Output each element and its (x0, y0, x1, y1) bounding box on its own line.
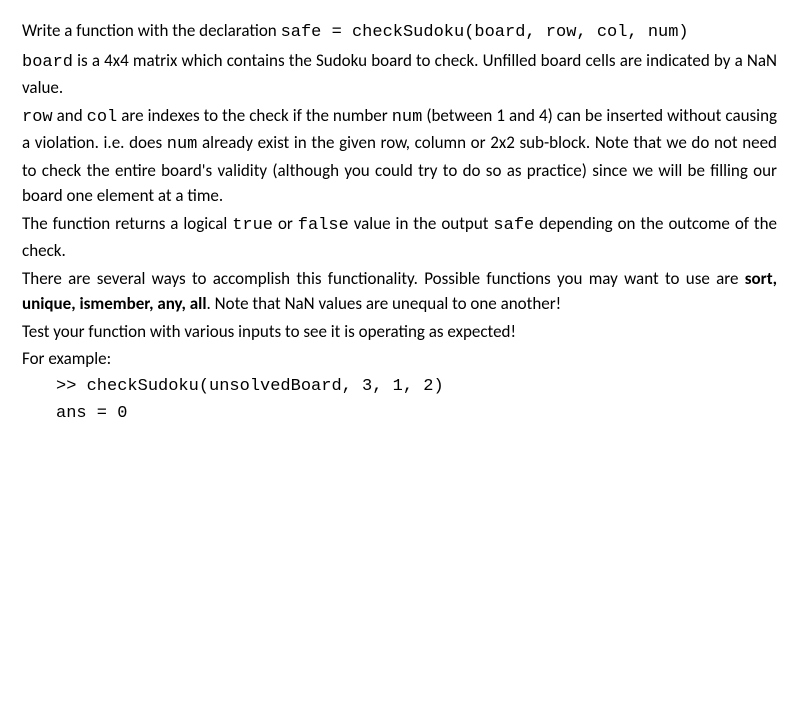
example-output: ans = 0 (56, 401, 777, 427)
code-line: ans = 0 (56, 404, 127, 423)
code-inline: col (87, 108, 118, 127)
paragraph-hints: There are several ways to accomplish thi… (22, 266, 777, 317)
paragraph-example-label: For example: (22, 346, 777, 372)
text: Write a function with the declaration (22, 20, 281, 41)
code-inline: num (392, 108, 423, 127)
text: or (273, 213, 298, 234)
text: value in the output (349, 213, 494, 234)
code-inline: safe (493, 216, 534, 235)
code-inline: board (22, 53, 73, 72)
code-inline: row (22, 108, 53, 127)
text: and (53, 105, 87, 126)
text: are indexes to the check if the number (117, 105, 391, 126)
text: The function returns a logical (22, 213, 232, 234)
code-line: >> checkSudoku(unsolvedBoard, 3, 1, 2) (56, 377, 444, 396)
text: For example: (22, 348, 111, 369)
paragraph-return: The function returns a logical true or f… (22, 211, 777, 264)
paragraph-rowcol: row and col are indexes to the check if … (22, 103, 777, 209)
code-inline: true (232, 216, 273, 235)
paragraph-board: board is a 4x4 matrix which contains the… (22, 48, 777, 101)
code-inline: false (298, 216, 349, 235)
paragraph-declaration: Write a function with the declaration sa… (22, 18, 777, 46)
paragraph-test: Test your function with various inputs t… (22, 319, 777, 345)
example-command: >> checkSudoku(unsolvedBoard, 3, 1, 2) (56, 374, 777, 400)
code-inline: num (167, 135, 198, 154)
text: There are several ways to accomplish thi… (22, 268, 745, 289)
text: is a 4x4 matrix which contains the Sudok… (22, 50, 777, 99)
text: . Note that NaN values are unequal to on… (207, 293, 562, 314)
code-inline: safe = checkSudoku(board, row, col, num) (281, 23, 689, 42)
text: Test your function with various inputs t… (22, 321, 516, 342)
